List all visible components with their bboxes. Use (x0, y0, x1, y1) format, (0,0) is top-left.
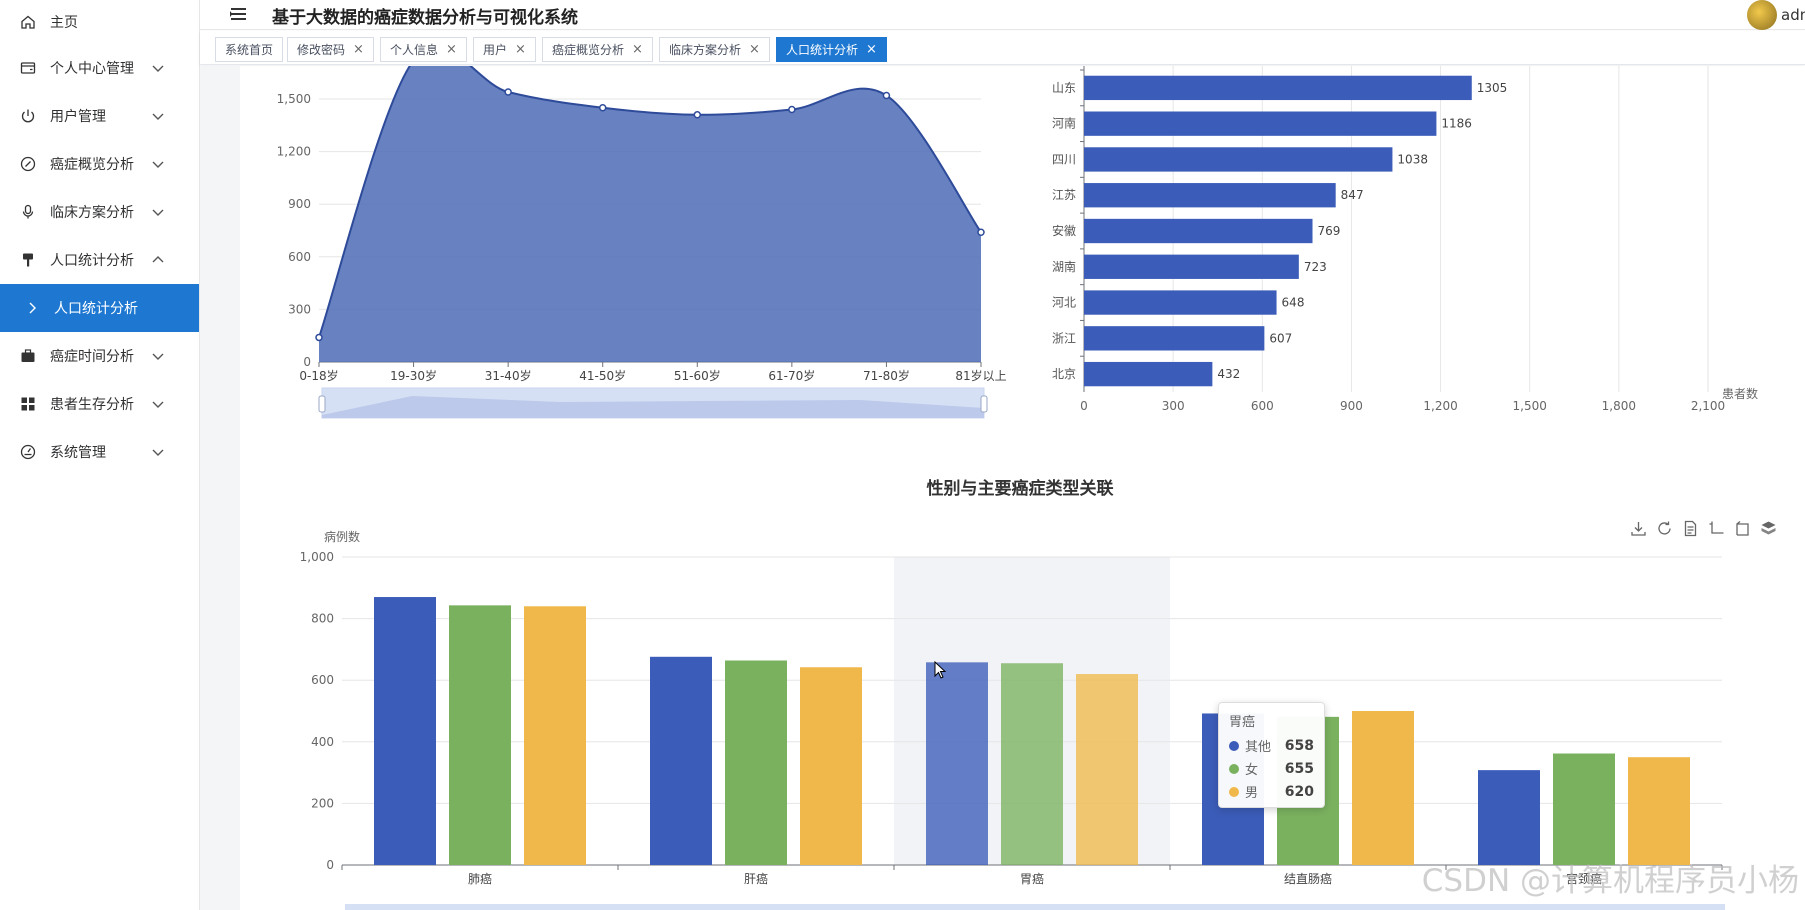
tab-users[interactable]: 用户 × (473, 37, 536, 62)
sidebar-item-home[interactable]: 主页 (0, 0, 199, 44)
grid-icon (20, 396, 36, 412)
compass-icon (20, 156, 36, 172)
sidebar-item-clinical[interactable]: 临床方案分析 (0, 188, 199, 236)
sidebar-item-personal-center[interactable]: 个人中心管理 (0, 44, 199, 92)
refresh-icon[interactable] (1656, 520, 1673, 537)
tooltip-title: 胃癌 (1229, 715, 1256, 730)
chart-toolbox (1630, 520, 1777, 537)
sidebar-item-label: 人口统计分析 (50, 253, 134, 269)
close-icon[interactable]: × (446, 42, 457, 57)
data-view-icon[interactable] (1682, 520, 1699, 537)
sidebar-item-label: 系统管理 (50, 445, 106, 461)
sidebar-item-label: 个人中心管理 (50, 61, 134, 77)
tooltip-series-value: 655 (1284, 760, 1314, 777)
tab-personal-info[interactable]: 个人信息 × (380, 37, 467, 62)
tab-label: 用户 (483, 43, 508, 57)
tooltip-series-name: 男 (1245, 786, 1259, 801)
tooltip-series-value: 658 (1284, 737, 1314, 754)
chevron-down-icon (151, 61, 165, 75)
sidebar-item-survival[interactable]: 患者生存分析 (0, 380, 199, 428)
menu-toggle-icon[interactable] (230, 6, 248, 22)
tab-label: 修改密码 (297, 43, 346, 57)
main-content (200, 66, 1805, 910)
home-icon (20, 14, 36, 30)
tooltip-row: 女 655 (1229, 757, 1314, 780)
sidebar-item-users[interactable]: 用户管理 (0, 92, 199, 140)
tab-demographics[interactable]: 人口统计分析 × (776, 37, 887, 62)
tooltip-row: 男 620 (1229, 780, 1314, 803)
sidebar-subitem-demographics[interactable]: 人口统计分析 (0, 284, 199, 332)
tab-bar: 系统首页 修改密码 × 个人信息 × 用户 × 癌症概览分析 × 临床方案分析 … (200, 31, 1805, 65)
tab-system-home[interactable]: 系统首页 (215, 37, 284, 62)
sidebar-item-label: 临床方案分析 (50, 205, 134, 221)
bar-chart-switch-icon[interactable] (1734, 520, 1751, 537)
chevron-down-icon (151, 445, 165, 459)
sidebar-item-label: 人口统计分析 (54, 301, 138, 317)
close-icon[interactable]: × (515, 42, 526, 57)
brush-icon (20, 252, 36, 268)
sidebar-item-label: 癌症概览分析 (50, 157, 134, 173)
sidebar-item-label: 用户管理 (50, 109, 106, 125)
stack-switch-icon[interactable] (1760, 520, 1777, 537)
watermark: CSDN @计算机程序员小杨 (1421, 863, 1799, 899)
close-icon[interactable]: × (866, 42, 877, 57)
tab-change-password[interactable]: 修改密码 × (287, 37, 374, 62)
legend-dot (1229, 740, 1239, 751)
chart-tooltip: 胃癌 其他 658 女 655 男 620 (1218, 702, 1325, 808)
tab-clinical[interactable]: 临床方案分析 × (659, 37, 770, 62)
legend-dot (1229, 786, 1239, 797)
legend-dot (1229, 763, 1239, 774)
mouse-cursor-icon (934, 661, 946, 679)
app-root: 主页 个人中心管理 用户管理 癌症概览分析 临床方案分析 人口统计分析 人口统计… (0, 0, 1805, 910)
sidebar-item-label: 癌症时间分析 (50, 349, 134, 365)
download-icon[interactable] (1630, 520, 1647, 537)
wallet-icon (20, 60, 36, 76)
tooltip-row: 其他 658 (1229, 734, 1314, 757)
close-icon[interactable]: × (632, 42, 643, 57)
chevron-down-icon (151, 397, 165, 411)
tooltip-series-name: 女 (1245, 763, 1259, 778)
chevron-down-icon (151, 349, 165, 363)
top-header: 基于大数据的癌症数据分析与可视化系统 admin (200, 0, 1805, 30)
power-icon (20, 108, 36, 124)
chevron-up-icon (151, 253, 165, 267)
tab-label: 系统首页 (225, 43, 274, 57)
user-name[interactable]: admin (1781, 6, 1805, 24)
tab-cancer-overview[interactable]: 癌症概览分析 × (542, 37, 653, 62)
tooltip-series-value: 620 (1284, 783, 1314, 800)
sidebar-item-label: 患者生存分析 (50, 397, 134, 413)
sidebar-item-cancer-overview[interactable]: 癌症概览分析 (0, 140, 199, 188)
tab-label: 人口统计分析 (786, 43, 859, 57)
chevron-down-icon (151, 109, 165, 123)
chevron-down-icon (151, 157, 165, 171)
sidebar-item-demographics[interactable]: 人口统计分析 (0, 236, 199, 284)
tab-label: 个人信息 (390, 43, 439, 57)
gauge-icon (20, 444, 36, 460)
briefcase-icon (20, 348, 36, 364)
system-title: 基于大数据的癌症数据分析与可视化系统 (272, 8, 578, 28)
close-icon[interactable]: × (749, 42, 760, 57)
sidebar-item-label: 主页 (50, 15, 78, 31)
line-chart-switch-icon[interactable] (1708, 520, 1725, 537)
avatar[interactable] (1747, 0, 1777, 30)
sidebar-item-system[interactable]: 系统管理 (0, 428, 199, 476)
close-icon[interactable]: × (353, 42, 364, 57)
tab-label: 癌症概览分析 (552, 43, 625, 57)
chevron-right-icon (24, 300, 40, 316)
sidebar: 主页 个人中心管理 用户管理 癌症概览分析 临床方案分析 人口统计分析 人口统计… (0, 0, 200, 910)
sidebar-item-cancer-time[interactable]: 癌症时间分析 (0, 332, 199, 380)
chevron-down-icon (151, 205, 165, 219)
tab-label: 临床方案分析 (669, 43, 742, 57)
microphone-icon (20, 204, 36, 220)
tooltip-series-name: 其他 (1245, 740, 1272, 755)
charts-panel (240, 66, 1805, 910)
